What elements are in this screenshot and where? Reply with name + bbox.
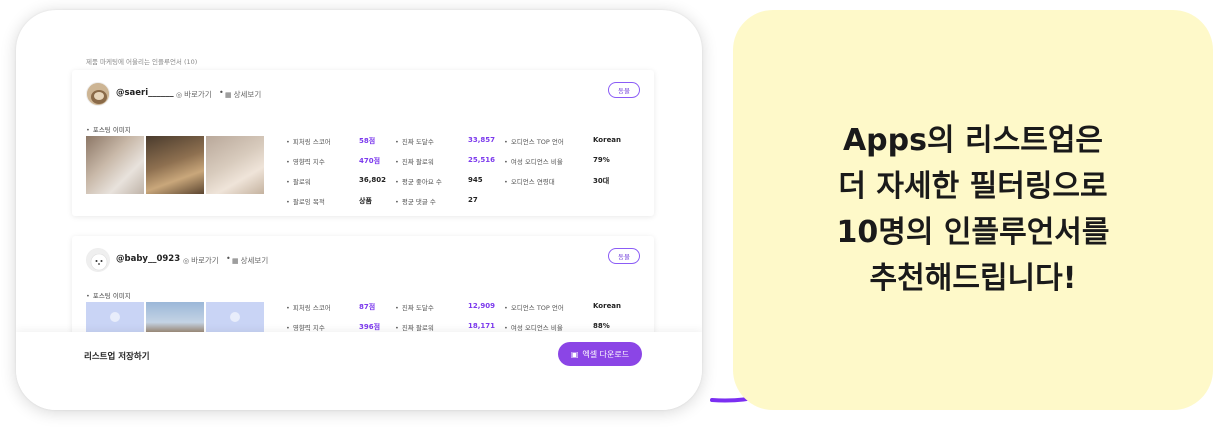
excel-download-label: 엑셀 다운로드: [582, 349, 630, 359]
excel-icon: ▣: [570, 349, 579, 359]
metric-value: 58점: [359, 137, 376, 145]
avatar[interactable]: [86, 82, 110, 106]
metric-label: 피처링 스코어: [286, 136, 331, 146]
metric-label: 영향력 지수: [286, 322, 325, 332]
metric-label: 영향력 지수: [286, 156, 325, 166]
posting-thumbnail[interactable]: [86, 136, 144, 194]
metric-label: 오디언스 연령대: [504, 176, 555, 186]
callout-line: 10명의 인플루언서를: [836, 215, 1110, 250]
app-screen: 제품 마케팅에 어울리는 인플루언서 (10) @saeri______ ◎ 바…: [16, 10, 702, 410]
profile-link[interactable]: ◎ 바로가기: [176, 89, 212, 100]
callout-line: 추천해드립니다!: [869, 261, 1077, 296]
detail-link[interactable]: ▦ 상세보기: [225, 89, 261, 100]
category-tag[interactable]: 동물: [608, 248, 640, 264]
category-tag[interactable]: 동물: [608, 82, 640, 98]
metric-value: 396점: [359, 323, 381, 331]
callout-panel: Apps의 리스트업은 더 자세한 필터링으로 10명의 인플루언서를 추천해드…: [733, 10, 1213, 410]
callout-line: 더 자세한 필터링으로: [838, 169, 1108, 204]
calendar-icon: ▦: [225, 90, 232, 99]
posting-thumbnails: [86, 136, 264, 194]
list-header: 제품 마케팅에 어울리는 인플루언서 (10): [86, 58, 198, 66]
metric-value: 18,171: [468, 322, 496, 330]
posting-thumbnail[interactable]: [206, 136, 264, 194]
posting-label: 포스팅 이미지: [86, 290, 131, 300]
metric-label: 진짜 도달수: [395, 136, 434, 146]
profile-link[interactable]: ◎ 바로가기: [183, 255, 219, 266]
metric-label: 진짜 팔로워: [395, 156, 434, 166]
calendar-icon: ▦: [232, 256, 239, 265]
metric-value: Korean: [593, 302, 622, 310]
posting-thumbnail[interactable]: [146, 136, 204, 194]
metric-value: 33,857: [468, 136, 496, 144]
detail-link[interactable]: ▦ 상세보기: [232, 255, 268, 266]
metric-label: 팔로워: [286, 176, 311, 186]
avatar[interactable]: [86, 248, 110, 272]
callout-text: Apps의 리스트업은 더 자세한 필터링으로 10명의 인플루언서를 추천해드…: [837, 118, 1110, 302]
metric-value: 25,516: [468, 156, 496, 164]
metric-value: 30대: [593, 177, 610, 185]
metric-value: 상품: [359, 197, 372, 205]
influencer-card[interactable]: @saeri______ ◎ 바로가기 • ▦ 상세보기 동물 포스팅 이미지 …: [72, 70, 654, 216]
separator-dot: •: [226, 254, 231, 263]
metric-label: 진짜 팔로워: [395, 322, 434, 332]
metric-value: Korean: [593, 136, 622, 144]
bottom-action-bar: 리스트업 저장하기 ▣ 엑셀 다운로드: [16, 332, 702, 410]
metric-label: 평균 댓글 수: [395, 196, 436, 206]
instagram-icon: ◎: [176, 90, 183, 99]
metric-label: 팔로잉 목적: [286, 196, 325, 206]
metric-value: 12,909: [468, 302, 496, 310]
metric-value: 470점: [359, 157, 381, 165]
excel-download-button[interactable]: ▣ 엑셀 다운로드: [558, 342, 642, 366]
metric-label: 오디언스 TOP 언어: [504, 136, 564, 146]
posting-label: 포스팅 이미지: [86, 124, 131, 134]
metric-label: 여성 오디언스 비율: [504, 156, 563, 166]
metric-value: 87점: [359, 303, 376, 311]
save-listup-button[interactable]: 리스트업 저장하기: [84, 350, 150, 362]
metric-value: 79%: [593, 156, 610, 164]
metric-label: 평균 좋아요 수: [395, 176, 442, 186]
username: @saeri______: [116, 88, 174, 98]
metric-value: 88%: [593, 322, 610, 330]
separator-dot: •: [219, 88, 224, 97]
username: @baby__0923: [116, 254, 181, 264]
metric-label: 여성 오디언스 비율: [504, 322, 563, 332]
metric-label: 오디언스 TOP 언어: [504, 302, 564, 312]
callout-line: Apps의 리스트업은: [842, 123, 1104, 158]
instagram-icon: ◎: [183, 256, 190, 265]
metric-value: 27: [468, 196, 478, 204]
metric-value: 945: [468, 176, 483, 184]
metric-label: 피처링 스코어: [286, 302, 331, 312]
metric-value: 36,802: [359, 176, 387, 184]
metric-label: 진짜 도달수: [395, 302, 434, 312]
